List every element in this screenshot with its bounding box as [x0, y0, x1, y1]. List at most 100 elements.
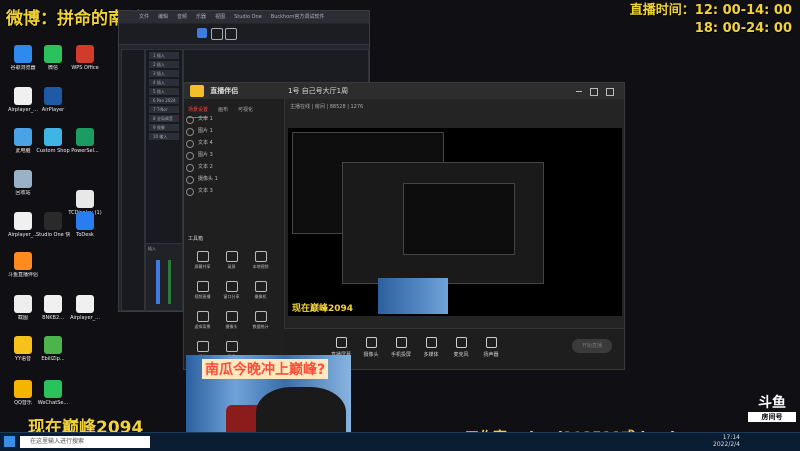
- nested-recursive-preview: [403, 183, 515, 255]
- menu-item[interactable]: Studio One: [234, 14, 262, 20]
- layer-item[interactable]: 文本 2: [184, 161, 284, 173]
- windows-start-icon[interactable]: [4, 436, 15, 447]
- eye-icon[interactable]: [186, 164, 194, 172]
- pointer-tool-icon[interactable]: [197, 28, 207, 38]
- track-header[interactable]: 2 插入: [149, 61, 179, 68]
- menu-item[interactable]: 视图: [215, 14, 225, 20]
- desktop-icon[interactable]: 截图: [6, 295, 40, 321]
- control-button[interactable]: 多媒体: [418, 337, 444, 358]
- desktop-icon[interactable]: 回收站: [6, 170, 40, 196]
- track-header[interactable]: 1 插入: [149, 52, 179, 59]
- eye-icon[interactable]: [186, 188, 194, 196]
- layer-label: 文本 4: [198, 140, 213, 146]
- menu-item[interactable]: 文件: [139, 14, 149, 20]
- eye-icon[interactable]: [186, 116, 194, 124]
- tool-button[interactable]: 虚拟背景: [188, 307, 217, 337]
- track-header[interactable]: 8 全局调音: [149, 115, 179, 122]
- tool-button[interactable]: 屏幕共享: [188, 247, 217, 277]
- eye-icon[interactable]: [186, 140, 194, 148]
- app-icon: [14, 128, 32, 146]
- daw-toolbar[interactable]: [119, 24, 369, 45]
- control-label: 麦克风: [453, 352, 469, 358]
- app-icon: [44, 45, 62, 63]
- desktop-icon[interactable]: EbillZip...: [36, 336, 70, 362]
- menu-item[interactable]: 编辑: [158, 14, 168, 20]
- app-icon: [44, 295, 62, 313]
- tool-button[interactable]: 本地视频: [246, 247, 275, 277]
- tool-label: 虚拟背景: [194, 324, 211, 329]
- desktop-icon[interactable]: 此电脑: [6, 128, 40, 154]
- desktop-icon[interactable]: AirPlayer: [36, 87, 70, 113]
- tool-icon: [196, 341, 209, 352]
- track-header[interactable]: 4 插入: [149, 79, 179, 86]
- desktop-icon[interactable]: WeChatSe...: [36, 380, 70, 406]
- tool-icon: [254, 311, 267, 322]
- control-button[interactable]: 手机投屏: [388, 337, 414, 358]
- scene-sidebar: 场景设置 画布 可视化 文本 1 图片 1 文本 4 图片 3 文本 2 摄像头 1 文本 3 …: [184, 99, 285, 369]
- stream-preview-canvas[interactable]: 现在巅峰2094: [288, 128, 622, 316]
- desktop-icon[interactable]: 斗鱼直播伴侣: [6, 252, 40, 278]
- tool-button[interactable]: 窗口分享: [217, 277, 246, 307]
- layer-item[interactable]: 摄像头 1: [184, 173, 284, 185]
- tool-button[interactable]: 数据统计: [246, 307, 275, 337]
- desktop-icon[interactable]: BNKB2...: [36, 295, 70, 321]
- app-icon: [44, 212, 62, 230]
- layer-item[interactable]: 文本 1: [184, 113, 284, 125]
- layer-item[interactable]: 文本 3: [184, 185, 284, 197]
- desktop-icon[interactable]: Airplayer_...: [6, 212, 40, 238]
- tool-button[interactable]: 录屏: [217, 247, 246, 277]
- desktop-icon[interactable]: QQ音乐: [6, 380, 40, 406]
- layer-item[interactable]: 图片 3: [184, 149, 284, 161]
- menu-item[interactable]: 音频: [177, 14, 187, 20]
- eye-icon[interactable]: [186, 176, 194, 184]
- desktop-icon[interactable]: Airplayer_...: [6, 87, 40, 113]
- desktop-icon-label: Airplayer_...: [8, 232, 38, 238]
- tool-button[interactable]: 摄像头: [217, 307, 246, 337]
- app-icon: [14, 252, 32, 270]
- layer-label: 图片 1: [198, 128, 213, 134]
- mixer-fader[interactable]: [156, 260, 160, 304]
- control-icon: [365, 337, 377, 348]
- track-header[interactable]: 7 T-Nor: [149, 106, 179, 113]
- taskbar-search-input[interactable]: 在这里输入进行搜索: [20, 436, 150, 448]
- control-button[interactable]: 扬声器: [478, 337, 504, 358]
- start-live-button[interactable]: 开始直播: [572, 339, 612, 353]
- desktop-icon-label: 回收站: [15, 190, 31, 196]
- control-button[interactable]: 摄像头: [358, 337, 384, 358]
- app-icon: [14, 380, 32, 398]
- desktop-icon[interactable]: PowerSel...: [68, 128, 102, 154]
- track-header[interactable]: 9 效果: [149, 124, 179, 131]
- streaming-app-window[interactable]: 直播伴侣 1号 自己号大厅1周 场景设置 画布 可视化 文本 1 图片 1 文本 4 图片…: [183, 82, 625, 370]
- control-button[interactable]: 麦克风: [448, 337, 474, 358]
- maximize-icon[interactable]: [590, 88, 598, 96]
- desktop-icon[interactable]: WPS Office: [68, 45, 102, 71]
- desktop-icon[interactable]: ToDesk: [68, 212, 102, 238]
- daw-mixer-channel[interactable]: 插入: [145, 243, 183, 311]
- layer-item[interactable]: 文本 4: [184, 137, 284, 149]
- track-header[interactable]: 6 Pan 2024: [149, 97, 179, 104]
- desktop-icon[interactable]: 谷歌浏览器: [6, 45, 40, 71]
- desktop-icon-label: BNKB2...: [42, 315, 64, 321]
- desktop-icon[interactable]: YY语音: [6, 336, 40, 362]
- daw-menubar: 文件 编辑 音频 乐器 视图 Studio One Buckhorn官方调试软件: [119, 11, 369, 23]
- desktop-icon[interactable]: Studio One 快捷方式: [36, 212, 70, 238]
- desktop-icon[interactable]: 微信: [36, 45, 70, 71]
- eye-icon[interactable]: [186, 152, 194, 160]
- menu-item[interactable]: Buckhorn官方调试软件: [271, 14, 325, 20]
- app-icon: [14, 295, 32, 313]
- track-header[interactable]: 3 插入: [149, 70, 179, 77]
- close-icon[interactable]: [606, 88, 614, 96]
- desktop-icon-label: 微信: [47, 65, 58, 71]
- eye-icon[interactable]: [186, 128, 194, 136]
- tool-button[interactable]: 视频直播: [188, 277, 217, 307]
- layer-item[interactable]: 图片 1: [184, 125, 284, 137]
- desktop-icon[interactable]: Airplayer_...: [68, 295, 102, 321]
- pencil-tool-icon[interactable]: [211, 28, 223, 40]
- minimize-icon[interactable]: [576, 91, 582, 92]
- tool-button[interactable]: 摄像机: [246, 277, 275, 307]
- track-header[interactable]: 5 插入: [149, 88, 179, 95]
- desktop-icon[interactable]: Custom Shop: [36, 128, 70, 154]
- eraser-tool-icon[interactable]: [225, 28, 237, 40]
- track-header[interactable]: 10 输入: [149, 133, 179, 140]
- menu-item[interactable]: 乐器: [196, 14, 206, 20]
